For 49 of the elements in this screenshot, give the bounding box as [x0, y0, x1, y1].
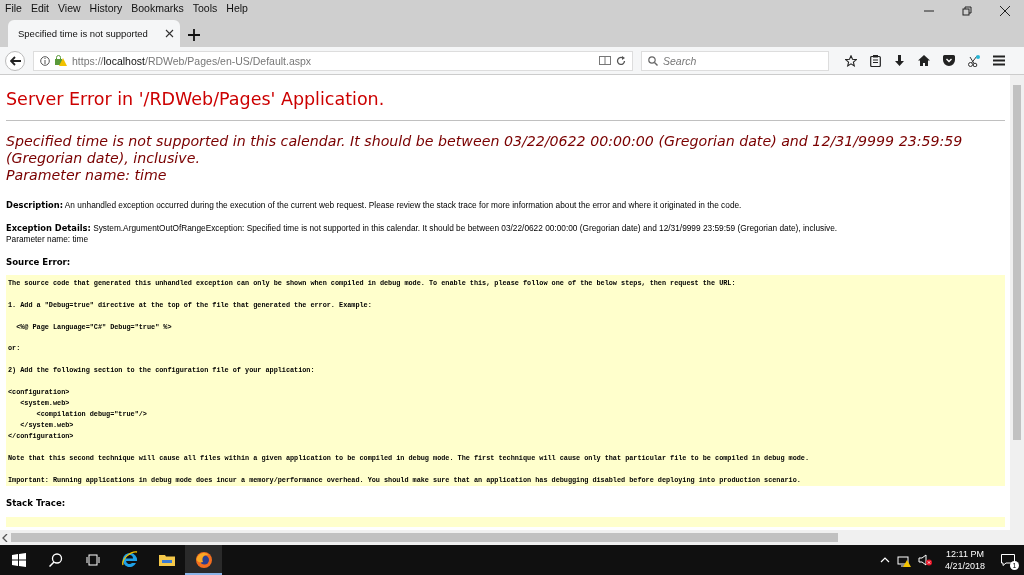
browser-tab[interactable]: Specified time is not supported	[8, 20, 180, 47]
browser-fox-icon	[194, 550, 213, 568]
new-tab-icon[interactable]	[188, 29, 200, 41]
warning-lock-icon[interactable]	[55, 55, 67, 66]
close-icon[interactable]	[1000, 6, 1010, 16]
message-icon	[1001, 554, 1015, 566]
restore-icon[interactable]	[962, 6, 972, 16]
horizontal-scrollbar[interactable]	[0, 530, 1024, 545]
page-title: Server Error in '/RDWeb/Pages' Application.	[6, 89, 386, 109]
info-icon[interactable]	[40, 55, 50, 66]
taskbar-app[interactable]	[185, 545, 222, 575]
description-text: Description: An unhandled exception occurred during the execution of the current web request. Please review the stack trace for more information about the error and where it originated in the code.	[6, 200, 743, 211]
home-icon[interactable]	[918, 55, 930, 66]
section-heading: Stack Trace:	[6, 497, 67, 509]
back-arrow-icon	[9, 55, 21, 66]
clock[interactable]: 12:11 PM 4/21/2018	[944, 548, 985, 572]
menu-item[interactable]: Help	[226, 2, 248, 14]
close-icon[interactable]	[165, 29, 174, 38]
muted-speaker-icon[interactable]	[917, 554, 932, 566]
exception-details-text: Exception Details: System.ArgumentOutOfRangeException: Specified time is not supported in this calendar. It should be between 03/22/0622 00:00:00 (Gregorian date) and 12/31/9999 23:59:59 (Gregorian date), inclusive.	[6, 223, 839, 234]
error-message: Specified time is not supported in this calendar. It should be between 03/22/0622 00:00:00 (Gregorian date) and 12/31/9999 23:59:59 (Gregorian date), inclusive.	[6, 133, 964, 167]
reload-icon[interactable]	[616, 55, 626, 66]
section-heading: Source Error:	[6, 257, 72, 268]
search-icon	[648, 55, 658, 66]
menu-item[interactable]: Tools	[192, 2, 218, 14]
chevron-up-icon[interactable]	[879, 557, 890, 563]
star-icon[interactable]	[845, 54, 857, 67]
search-field[interactable]: Search	[641, 50, 829, 71]
menu-item[interactable]: File	[5, 2, 22, 14]
task-view-icon[interactable]	[85, 553, 100, 567]
menu-item[interactable]: History	[89, 2, 123, 14]
back-button[interactable]	[5, 50, 25, 71]
scissors-icon[interactable]	[968, 54, 980, 67]
reader-view-icon[interactable]	[599, 56, 611, 65]
vertical-scrollbar[interactable]	[1010, 75, 1024, 530]
start-icon[interactable]	[11, 553, 26, 567]
menu-item[interactable]: View	[58, 2, 81, 14]
menu-item[interactable]: Edit	[30, 2, 49, 14]
search-field[interactable]: Search	[663, 54, 813, 67]
parameter-text: Parameter name: time	[6, 234, 90, 245]
network-warning-icon[interactable]	[896, 553, 911, 567]
menu-icon[interactable]	[993, 55, 1005, 66]
browser-e-icon	[120, 550, 139, 568]
menu-item[interactable]: Bookmarks	[131, 2, 184, 14]
download-icon[interactable]	[894, 54, 905, 67]
pocket-icon[interactable]	[943, 55, 955, 66]
clipboard-icon[interactable]	[870, 54, 881, 67]
error-message: Parameter name: time	[6, 167, 168, 184]
search-icon[interactable]	[48, 553, 63, 567]
